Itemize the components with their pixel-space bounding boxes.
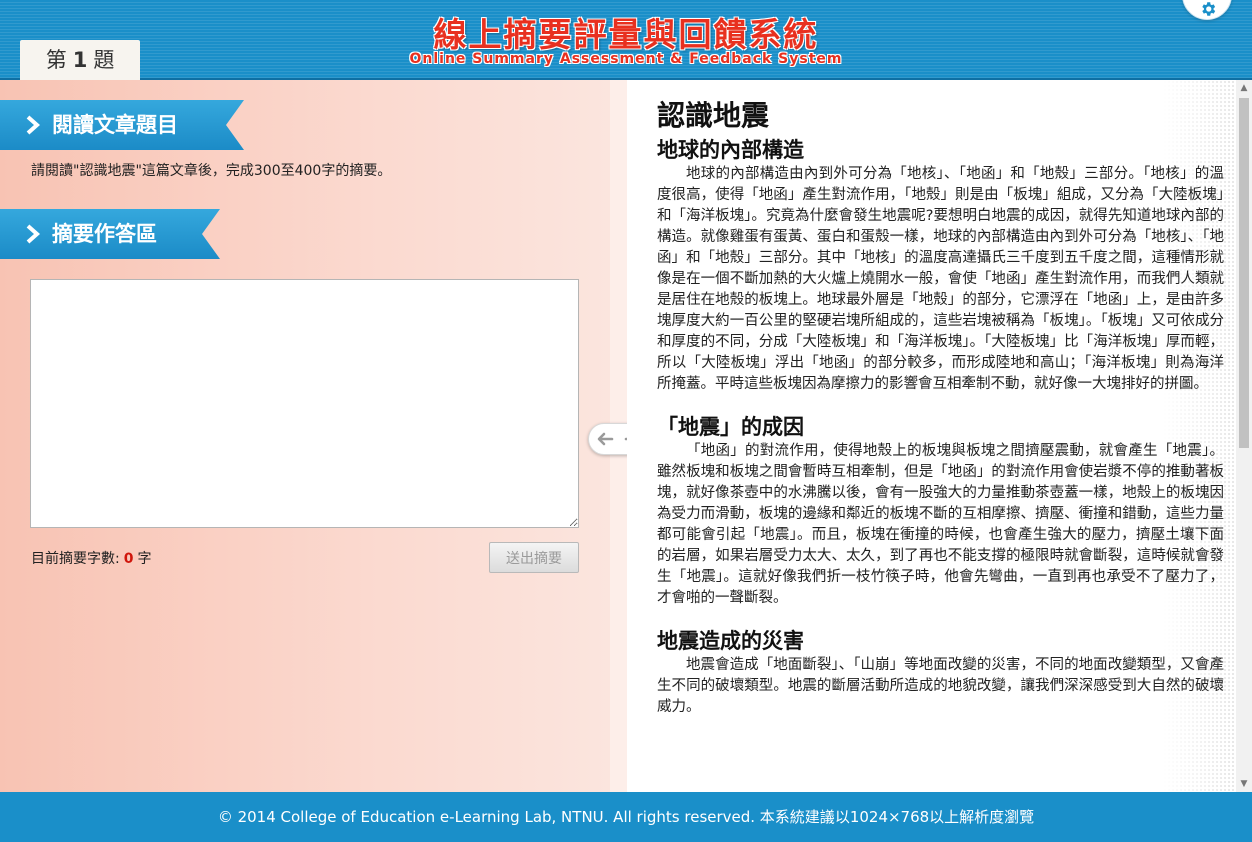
scrollbar-thumb[interactable] xyxy=(1239,98,1249,448)
app-title: 線上摘要評量與回饋系統 xyxy=(433,15,819,54)
arrow-left-icon[interactable] xyxy=(596,431,614,447)
article-scrollbar[interactable]: ▲ ▼ xyxy=(1236,80,1252,792)
submit-summary-button[interactable]: 送出摘要 xyxy=(489,542,579,573)
footer: © 2014 College of Education e-Learning L… xyxy=(0,792,1252,842)
section-heading: 地球的內部構造 xyxy=(657,138,804,162)
answer-area-ribbon: 摘要作答區 xyxy=(0,209,220,259)
article-panel: 認識地震 地球的內部構造 地球的內部構造由內到外可分為「地核」、「地函」和「地殼… xyxy=(627,80,1252,792)
gear-icon xyxy=(1202,2,1216,16)
section-body: 地球的內部構造由內到外可分為「地核」、「地函」和「地殼」三部分。「地核」的溫度很… xyxy=(657,166,1224,392)
question-tab[interactable]: 第1題 xyxy=(20,40,140,80)
question-prefix: 第 xyxy=(45,48,67,72)
article-title: 認識地震 xyxy=(657,99,770,132)
app-subtitle: Online Summary Assessment & Feedback Sys… xyxy=(409,51,843,67)
section-body: 「地函」的對流作用，使得地殼上的板塊與板塊之間擠壓震動，就會產生「地震」。雖然板… xyxy=(657,443,1224,606)
scroll-down-icon[interactable]: ▼ xyxy=(1236,776,1252,792)
word-count-value: 0 xyxy=(123,551,134,567)
question-number: 1 xyxy=(72,48,88,72)
instruction-text: 請閱讀"認識地震"這篇文章後，完成300至400字的摘要。 xyxy=(31,163,392,179)
word-count: 目前摘要字數: 0 字 xyxy=(31,548,151,568)
answer-area-title: 摘要作答區 xyxy=(52,222,157,246)
section-body: 地震會造成「地面斷裂」、「山崩」等地面改變的災害，不同的地面改變類型，又會產生不… xyxy=(657,657,1224,715)
chevron-right-icon xyxy=(26,115,40,135)
word-count-unit: 字 xyxy=(137,551,152,567)
article-content: 認識地震 地球的內部構造 地球的內部構造由內到外可分為「地核」、「地函」和「地殼… xyxy=(627,80,1236,792)
summary-textarea[interactable] xyxy=(30,279,579,528)
reading-topic-title: 閱讀文章題目 xyxy=(52,113,178,137)
word-count-label: 目前摘要字數: xyxy=(31,551,120,567)
question-suffix: 題 xyxy=(93,48,115,72)
reading-topic-ribbon: 閱讀文章題目 xyxy=(0,100,244,150)
section-heading: 地震造成的災害 xyxy=(657,629,804,653)
section-heading: 「地震」的成因 xyxy=(657,415,804,439)
chevron-right-icon xyxy=(26,224,40,244)
left-panel: 閱讀文章題目 請閱讀"認識地震"這篇文章後，完成300至400字的摘要。 摘要作… xyxy=(0,80,610,792)
scroll-up-icon[interactable]: ▲ xyxy=(1236,80,1252,96)
app-header: 線上摘要評量與回饋系統 Online Summary Assessment & … xyxy=(0,0,1252,80)
